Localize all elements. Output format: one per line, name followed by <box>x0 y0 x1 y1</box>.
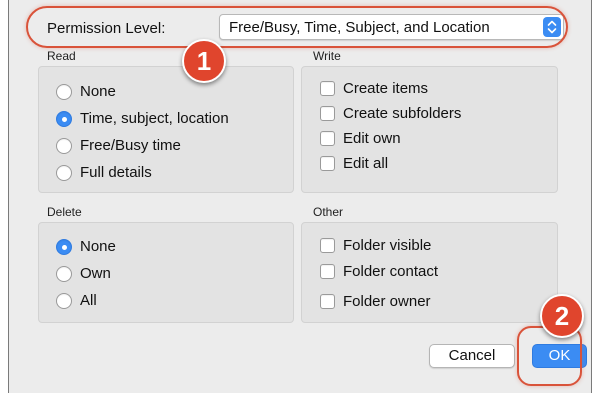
write-option-label: Create subfolders <box>343 105 462 122</box>
other-option-folder-owner[interactable]: Folder owner <box>320 293 431 310</box>
checkbox[interactable] <box>320 81 335 96</box>
read-option-label: Time, subject, location <box>80 110 229 127</box>
read-option-label: None <box>80 83 116 100</box>
checkbox[interactable] <box>320 238 335 253</box>
radio-button[interactable] <box>56 83 72 100</box>
delete-option-own[interactable]: Own <box>56 265 111 282</box>
radio-button-selected[interactable] <box>56 238 72 255</box>
other-option-label: Folder contact <box>343 263 439 280</box>
read-option-none[interactable]: None <box>56 83 116 100</box>
delete-option-label: All <box>80 292 97 309</box>
other-group-title: Other <box>313 205 344 219</box>
read-option-label: Full details <box>80 164 152 181</box>
other-option-label: Folder owner <box>343 293 431 310</box>
write-option-create-subfolders[interactable]: Create subfolders <box>320 105 461 122</box>
delete-option-all[interactable]: All <box>56 292 97 309</box>
write-option-edit-own[interactable]: Edit own <box>320 130 401 147</box>
delete-group-title: Delete <box>47 205 82 219</box>
step-2-callout: 2 <box>540 294 584 338</box>
read-option-full-details[interactable]: Full details <box>56 164 152 181</box>
checkbox[interactable] <box>320 294 335 309</box>
other-option-folder-contact[interactable]: Folder contact <box>320 263 438 280</box>
delete-group: None Own All <box>38 222 294 323</box>
read-option-free-busy[interactable]: Free/Busy time <box>56 137 181 154</box>
write-option-edit-all[interactable]: Edit all <box>320 155 388 172</box>
write-option-label: Edit all <box>343 155 389 172</box>
radio-button-selected[interactable] <box>56 110 72 127</box>
step-1-callout: 1 <box>182 39 226 83</box>
radio-button[interactable] <box>56 164 72 181</box>
permissions-dialog: Permission Level: Free/Busy, Time, Subje… <box>8 0 592 393</box>
checkbox[interactable] <box>320 131 335 146</box>
read-option-time-subject-location[interactable]: Time, subject, location <box>56 110 229 127</box>
checkbox[interactable] <box>320 264 335 279</box>
delete-option-none[interactable]: None <box>56 238 116 255</box>
radio-button[interactable] <box>56 137 72 154</box>
read-group-title: Read <box>47 49 76 63</box>
other-group: Folder visible Folder contact Folder own… <box>301 222 558 323</box>
write-option-label: Edit own <box>343 130 401 147</box>
write-option-label: Create items <box>343 80 429 97</box>
read-option-label: Free/Busy time <box>80 137 181 154</box>
other-option-label: Folder visible <box>343 237 432 254</box>
delete-option-label: Own <box>80 265 111 282</box>
checkbox[interactable] <box>320 106 335 121</box>
read-group: None Time, subject, location Free/Busy t… <box>38 66 294 193</box>
checkbox[interactable] <box>320 156 335 171</box>
radio-button[interactable] <box>56 292 72 309</box>
cancel-button[interactable]: Cancel <box>429 344 515 368</box>
permission-level-highlight <box>26 6 568 48</box>
other-option-folder-visible[interactable]: Folder visible <box>320 237 431 254</box>
write-group: Create items Create subfolders Edit own … <box>301 66 558 193</box>
delete-option-label: None <box>80 238 116 255</box>
radio-button[interactable] <box>56 265 72 282</box>
write-group-title: Write <box>313 49 341 63</box>
write-option-create-items[interactable]: Create items <box>320 80 428 97</box>
